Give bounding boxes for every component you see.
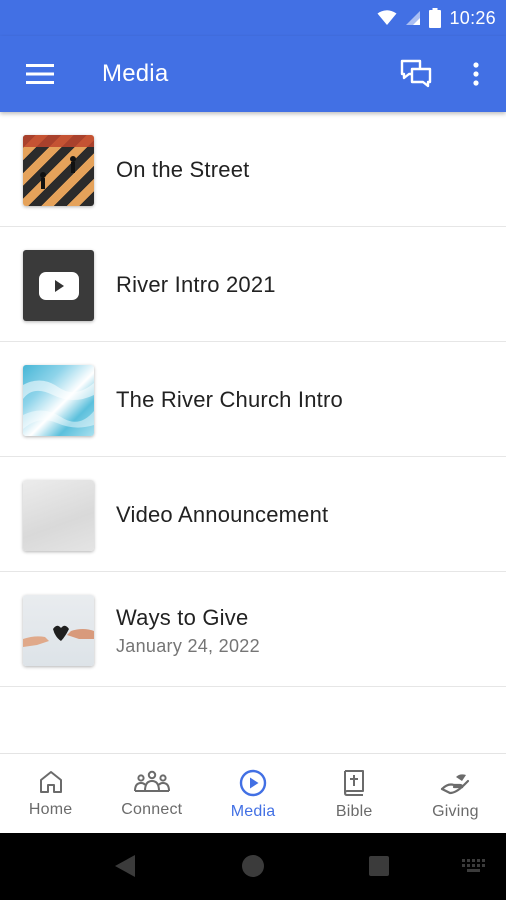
tab-home[interactable]: Home	[0, 754, 101, 833]
back-icon[interactable]	[114, 854, 136, 878]
page-title: Media	[102, 60, 169, 87]
recents-icon[interactable]	[369, 856, 389, 876]
youtube-icon	[38, 271, 79, 300]
water-thumbnail	[23, 365, 94, 436]
signal-icon	[406, 11, 421, 25]
giving-hand-icon	[441, 774, 470, 795]
tab-giving[interactable]: Giving	[405, 754, 506, 833]
item-title: Ways to Give	[116, 605, 249, 630]
tab-label: Bible	[335, 803, 373, 820]
status-bar: 10:26	[0, 0, 506, 36]
system-navigation-bar	[0, 833, 506, 900]
home-icon	[39, 771, 62, 793]
paper-thumbnail	[23, 480, 94, 551]
item-title: The River Church Intro	[116, 387, 343, 412]
people-icon	[133, 770, 170, 792]
menu-button[interactable]	[22, 56, 58, 92]
youtube-thumbnail	[23, 250, 94, 321]
wifi-icon	[377, 10, 397, 25]
item-title: Video Announcement	[116, 502, 329, 527]
more-vertical-icon	[473, 62, 479, 86]
app-bar: Media	[0, 36, 506, 112]
hands-thumbnail	[23, 595, 94, 666]
media-list: On the Street River Intro 2021 The River…	[0, 112, 506, 687]
list-item[interactable]: Video Announcement	[0, 457, 506, 572]
tab-label: Connect	[121, 801, 183, 818]
item-title: River Intro 2021	[116, 272, 276, 297]
tab-label: Giving	[432, 803, 479, 820]
more-options-button[interactable]	[460, 56, 492, 92]
bible-icon	[344, 770, 365, 796]
list-item[interactable]: Ways to Give January 24, 2022	[0, 572, 506, 687]
street-thumbnail	[23, 135, 94, 206]
status-time: 10:26	[449, 7, 496, 28]
status-icons: 10:26	[377, 0, 496, 36]
tab-label: Home	[28, 801, 73, 818]
tab-label: Media	[230, 803, 276, 820]
list-item[interactable]: On the Street	[0, 112, 506, 227]
item-date: January 24, 2022	[116, 636, 260, 656]
tab-media[interactable]: Media	[202, 754, 303, 833]
tab-bible[interactable]: Bible	[304, 754, 405, 833]
battery-icon	[429, 8, 442, 28]
home-nav-icon[interactable]	[242, 855, 264, 877]
tab-connect[interactable]: Connect	[101, 754, 202, 833]
item-title: On the Street	[116, 157, 250, 182]
hamburger-menu-icon	[26, 64, 54, 84]
chat-button[interactable]	[396, 56, 436, 92]
keyboard-icon[interactable]	[462, 859, 486, 873]
play-circle-icon	[239, 769, 267, 797]
bottom-tab-bar: Home Connect Media Bible Giving	[0, 753, 506, 833]
list-item[interactable]: River Intro 2021	[0, 227, 506, 342]
list-item[interactable]: The River Church Intro	[0, 342, 506, 457]
chat-icon	[400, 59, 432, 88]
